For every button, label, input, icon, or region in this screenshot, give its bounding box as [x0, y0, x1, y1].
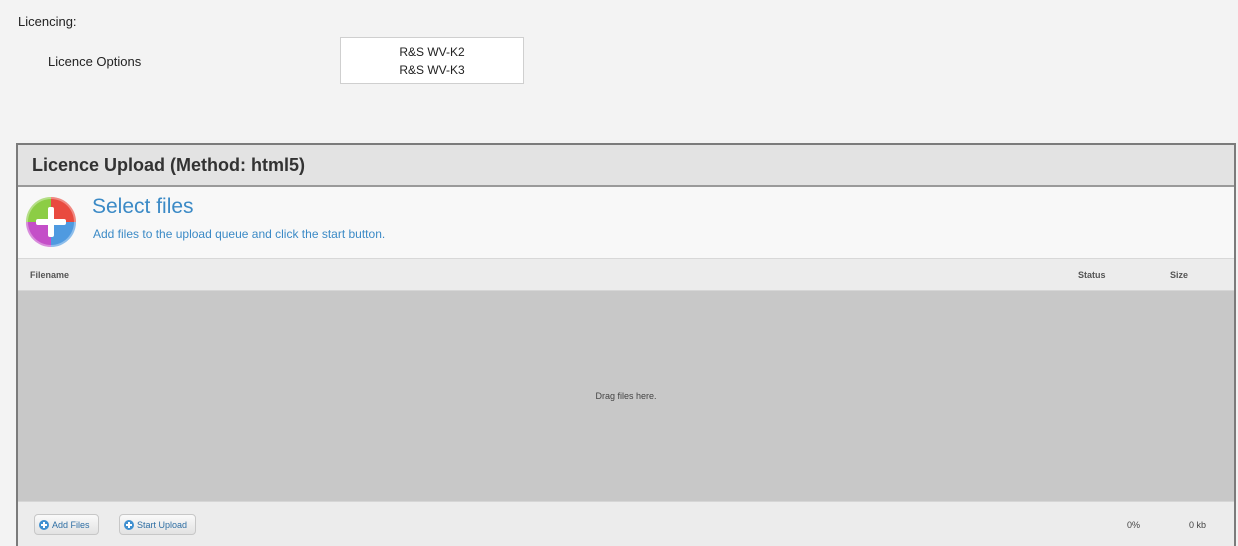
- licence-option[interactable]: R&S WV-K2: [399, 43, 464, 61]
- column-status: Status: [1078, 270, 1106, 280]
- add-circle-icon[interactable]: [26, 197, 76, 247]
- start-upload-label: Start Upload: [137, 519, 188, 530]
- licence-upload-panel: Licence Upload (Method: html5) Select fi…: [16, 143, 1236, 546]
- start-upload-button[interactable]: Start Upload: [119, 514, 197, 535]
- select-files-subtitle: Add files to the upload queue and click …: [93, 227, 386, 241]
- file-table-header: Filename Status Size: [18, 259, 1234, 291]
- licence-options-list[interactable]: R&S WV-K2 R&S WV-K3: [340, 37, 524, 84]
- total-size: 0 kb: [1189, 520, 1207, 530]
- add-files-label: Add Files: [52, 519, 90, 530]
- column-filename: Filename: [30, 270, 70, 280]
- total-percent: 0%: [1127, 520, 1141, 530]
- add-files-button[interactable]: Add Files: [34, 514, 99, 535]
- drop-zone[interactable]: Drag files here.: [18, 291, 1234, 501]
- column-size: Size: [1170, 270, 1189, 280]
- licence-option[interactable]: R&S WV-K3: [399, 61, 464, 79]
- plus-circle-icon: [39, 519, 49, 530]
- plus-circle-icon: [124, 519, 134, 530]
- licencing-title: Licencing:: [18, 14, 77, 29]
- licence-options-label: Licence Options: [48, 54, 142, 69]
- panel-header: Licence Upload (Method: html5): [18, 145, 1234, 187]
- select-files-area[interactable]: Select files Add files to the upload que…: [18, 187, 1234, 259]
- upload-footer: Add Files Start Upload 0% 0 kb: [18, 501, 1234, 546]
- drop-zone-text: Drag files here.: [595, 391, 657, 401]
- select-files-title[interactable]: Select files: [92, 195, 194, 219]
